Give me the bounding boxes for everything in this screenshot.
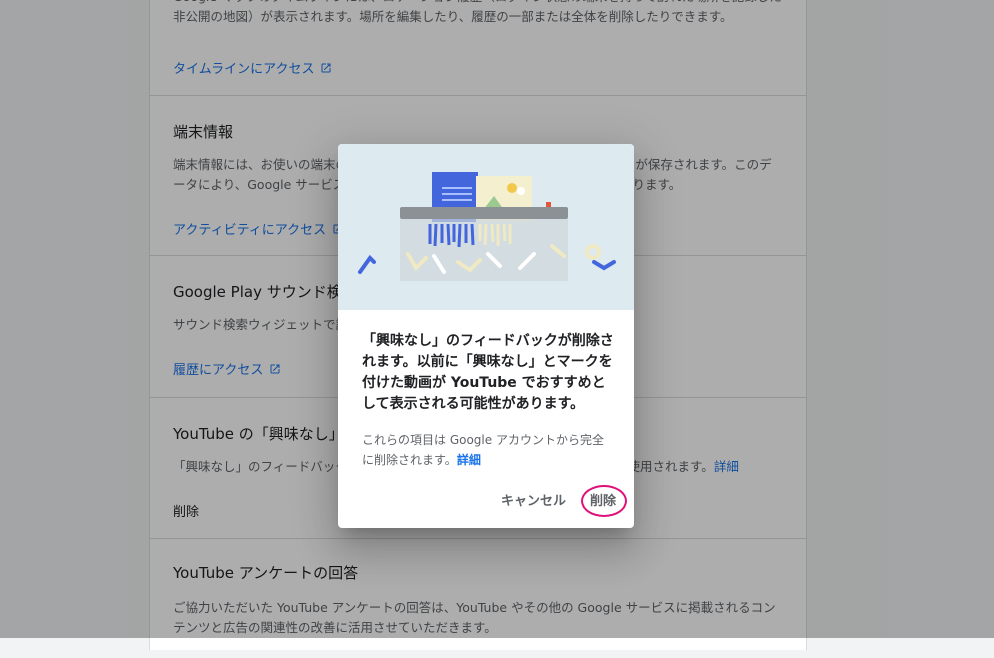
shredder-illustration xyxy=(338,144,634,310)
delete-feedback-dialog: 「興味なし」のフィードバックが削除されます。以前に「興味なし」とマークを付けた動… xyxy=(338,144,634,528)
dialog-subtext: これらの項目は Google アカウントから完全に削除されます。詳細 xyxy=(362,430,614,470)
shredder-illustration-svg xyxy=(358,172,616,281)
highlight-circle xyxy=(581,485,627,517)
dialog-message: 「興味なし」のフィードバックが削除されます。以前に「興味なし」とマークを付けた動… xyxy=(362,333,614,412)
dialog-subtext-body: これらの項目は Google アカウントから完全に削除されます。 xyxy=(362,433,604,467)
dialog-details-link[interactable]: 詳細 xyxy=(457,453,481,467)
cancel-button[interactable]: キャンセル xyxy=(501,490,566,509)
